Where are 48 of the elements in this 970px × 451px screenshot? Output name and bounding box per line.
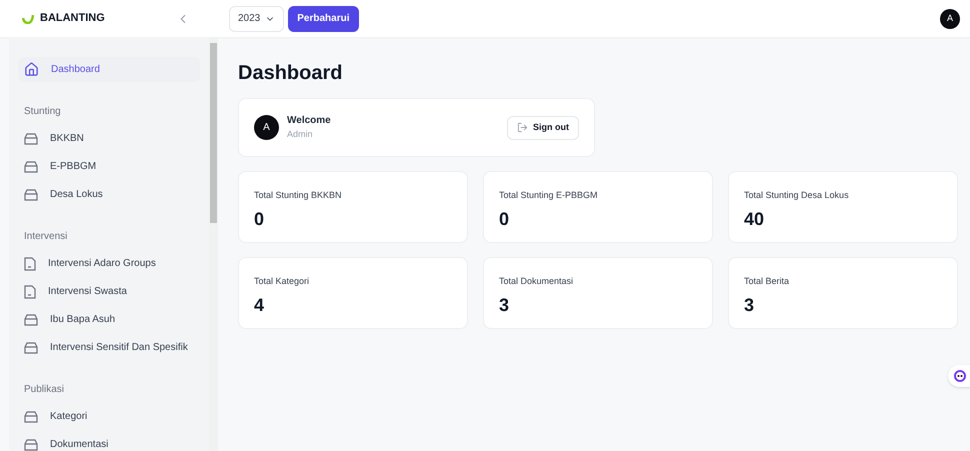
year-select[interactable]: 2023	[229, 6, 284, 32]
update-button[interactable]: Perbaharui	[288, 6, 358, 32]
stat-value: 4	[254, 294, 266, 316]
section-heading: Publikasi	[23, 383, 66, 397]
tray-icon	[24, 438, 38, 450]
home-icon	[24, 62, 39, 77]
stat-value: 40	[744, 208, 766, 230]
sidebar-item[interactable]: Intervensi Sensitif Dan Spesifik	[18, 335, 200, 360]
stat-label: Total Dokumentasi	[499, 275, 574, 288]
tray-icon	[24, 160, 38, 172]
stat-value: 0	[254, 208, 266, 230]
stat-label: Total Stunting Desa Lokus	[744, 189, 850, 202]
sidebar-item[interactable]: BKKBN	[18, 126, 200, 151]
user-avatar: A	[254, 115, 279, 140]
stat-label: Total Stunting BKKBN	[254, 189, 343, 202]
scrollbar[interactable]	[209, 37, 218, 451]
sidebar-item[interactable]: Dashboard	[18, 57, 200, 82]
tray-icon	[24, 314, 38, 326]
chat-widget-icon[interactable]	[948, 365, 970, 387]
brand-name: BALANTING	[40, 11, 105, 26]
sidebar-item[interactable]: Ibu Bapa Asuh	[18, 307, 200, 332]
stat-label: Total Berita	[744, 275, 790, 288]
sidebar-item[interactable]: E-PBBGM	[18, 154, 200, 179]
welcome-title: Welcome	[287, 114, 331, 128]
stat-value: 3	[499, 294, 510, 316]
tray-icon	[24, 410, 38, 422]
sidebar-item[interactable]: Intervensi Swasta	[18, 279, 200, 304]
sign-out-icon	[517, 122, 528, 133]
document-icon	[24, 284, 36, 298]
sidebar-item[interactable]: Kategori	[18, 404, 200, 429]
sidebar-item[interactable]: Desa Lokus	[18, 182, 200, 207]
user-avatar[interactable]: A	[940, 8, 960, 28]
stat-label: Total Kategori	[254, 275, 310, 288]
tray-icon	[24, 132, 38, 144]
stat-value: 3	[744, 294, 756, 316]
tray-icon	[24, 342, 38, 354]
page-title: Dashboard	[238, 61, 344, 86]
stat-value: 0	[499, 208, 510, 230]
document-icon	[24, 256, 36, 270]
section-heading: Stunting	[23, 105, 62, 119]
logo-icon	[22, 14, 34, 24]
sign-out-button[interactable]: Sign out	[507, 116, 579, 140]
sidebar-item[interactable]: Dokumentasi	[18, 432, 200, 451]
section-heading: Intervensi	[23, 230, 68, 244]
stat-label: Total Stunting E-PBBGM	[499, 189, 599, 202]
sidebar-item[interactable]: Intervensi Adaro Groups	[18, 251, 200, 276]
tray-icon	[24, 188, 38, 200]
user-role: Admin	[287, 128, 314, 142]
